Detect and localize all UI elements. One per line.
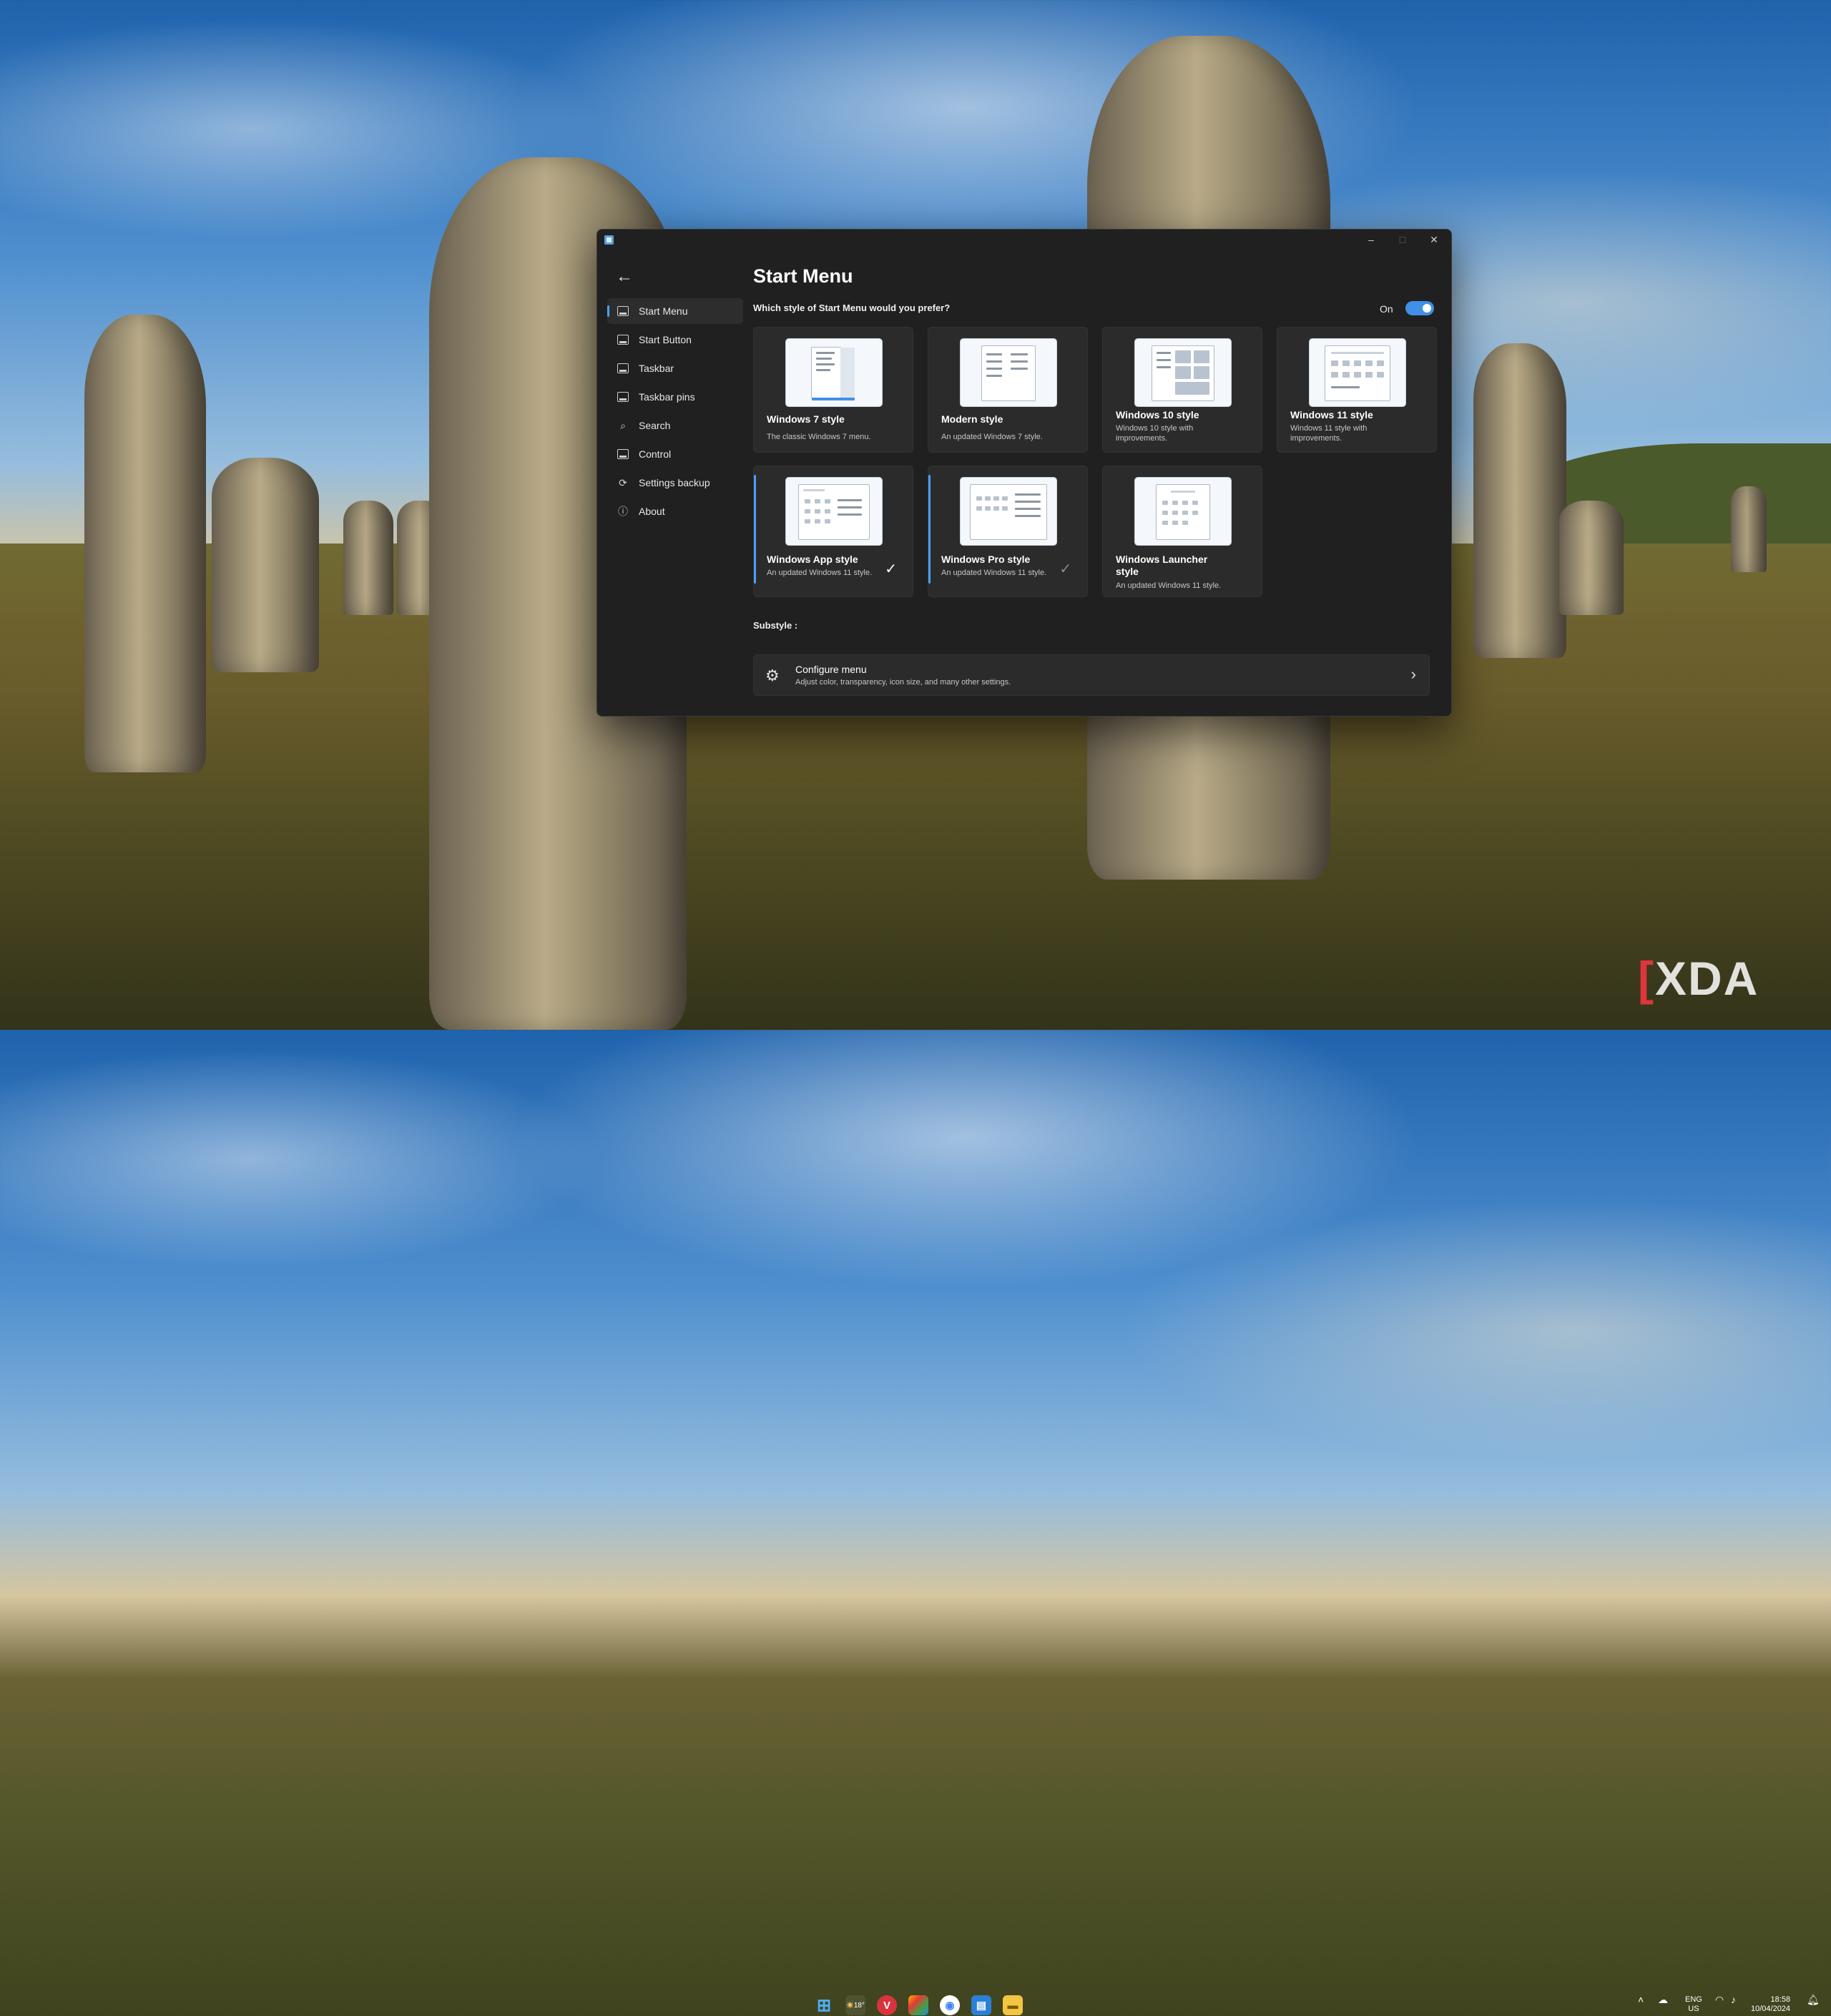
standing-stone: [1473, 343, 1566, 658]
maximize-button[interactable]: □: [1387, 230, 1418, 250]
app-cube-icon[interactable]: [908, 1995, 928, 2015]
windows-launcher-preview-image: [1135, 478, 1231, 545]
style-title: Windows App style: [767, 554, 858, 565]
style-card-windows-10[interactable]: Windows 10 style Windows 10 style with i…: [1102, 327, 1262, 453]
configure-menu-title: Configure menu: [795, 664, 867, 675]
style-title: Windows 10 style: [1116, 409, 1199, 421]
gear-icon: ⚙: [765, 667, 780, 684]
sidebar-item-start-button[interactable]: Start Button: [607, 327, 743, 353]
style-title: Modern style: [941, 413, 1003, 425]
style-description: Windows 10 style with improvements.: [1116, 424, 1194, 443]
notification-bell-icon[interactable]: 🔔︎: [1807, 1995, 1820, 2005]
enable-toggle[interactable]: [1405, 301, 1434, 315]
volume-icon[interactable]: ♪: [1731, 1995, 1736, 2005]
toggle-knob: [1423, 304, 1431, 313]
standing-stone: [84, 315, 206, 772]
sidebar-item-label: About: [639, 506, 665, 517]
standing-stone: [343, 501, 393, 615]
app-icon: [604, 235, 614, 245]
windows-11-preview-image: [1310, 339, 1405, 406]
sidebar-item-label: Start Menu: [639, 305, 688, 317]
style-description: The classic Windows 7 menu.: [767, 433, 871, 441]
windows-10-preview-image: [1135, 339, 1231, 406]
chevron-right-icon: ›: [1410, 665, 1416, 683]
windows-7-preview-image: [786, 339, 882, 406]
search-icon: ⌕: [620, 419, 626, 431]
sidebar-item-taskbar[interactable]: Taskbar: [607, 355, 743, 381]
sidebar-item-search[interactable]: ⌕ Search: [607, 413, 743, 438]
start-app-icon[interactable]: ▤: [971, 1995, 991, 2015]
checkmark-icon: ✓: [885, 561, 897, 577]
style-card-modern[interactable]: Modern style An updated Windows 7 style.: [928, 327, 1088, 453]
style-title: Windows 7 style: [767, 413, 845, 425]
configure-menu-description: Adjust color, transparency, icon size, a…: [795, 678, 1011, 687]
sidebar-item-about[interactable]: ⓘ About: [607, 498, 743, 524]
close-button[interactable]: ✕: [1418, 230, 1450, 250]
toggle-state-label: On: [1380, 303, 1393, 315]
sidebar-item-label: Search: [639, 420, 671, 431]
windows-app-preview-image: [786, 478, 882, 545]
chevron-up-icon[interactable]: ˄: [1638, 1995, 1644, 2005]
taskbar: ⊞ ☀ 18° V ◉ ▤ ▬ ˄ ☁ ENG US ◠ ♪ 18:58 10/0…: [0, 995, 1831, 2015]
sidebar-item-label: Taskbar: [639, 363, 674, 374]
style-card-windows-11[interactable]: Windows 11 style Windows 11 style with i…: [1277, 327, 1437, 453]
style-title: Windows Pro style: [941, 554, 1031, 565]
windows-start-icon[interactable]: ⊞: [814, 1995, 834, 2015]
style-description: An updated Windows 11 style.: [1116, 581, 1222, 590]
start-button-icon: [616, 333, 630, 347]
standing-stone: [1731, 486, 1767, 572]
sidebar-item-label: Start Button: [639, 334, 692, 345]
sidebar-nav: Start Menu Start Button Taskbar Taskbar …: [607, 298, 743, 527]
vivaldi-browser-icon[interactable]: V: [877, 1995, 897, 2015]
style-description: An updated Windows 11 style.: [941, 569, 1047, 577]
style-card-windows-app[interactable]: Windows App style An updated Windows 11 …: [753, 466, 913, 597]
standing-stone: [212, 458, 319, 672]
cloud-icon[interactable]: ☁: [1658, 1995, 1668, 2005]
style-title: Windows Launcher style: [1116, 554, 1208, 577]
language-indicator[interactable]: ENG US: [1685, 1995, 1702, 2014]
standing-stone: [1559, 501, 1624, 615]
sidebar-item-taskbar-pins[interactable]: Taskbar pins: [607, 384, 743, 410]
style-card-windows-pro[interactable]: Windows Pro style An updated Windows 11 …: [928, 466, 1088, 597]
sidebar-item-label: Taskbar pins: [639, 391, 695, 403]
sidebar-item-label: Settings backup: [639, 477, 710, 488]
style-description: An updated Windows 7 style.: [941, 433, 1043, 441]
back-arrow-icon[interactable]: ←: [614, 267, 634, 287]
weather-widget-icon[interactable]: ☀ 18°: [845, 1995, 865, 2015]
configure-menu-row[interactable]: ⚙ Configure menu Adjust color, transpare…: [753, 654, 1430, 696]
modern-style-preview-image: [961, 339, 1056, 406]
sync-icon: ⟳: [619, 476, 627, 488]
info-icon: ⓘ: [618, 506, 628, 517]
title-bar[interactable]: – □ ✕: [597, 230, 1451, 250]
style-title: Windows 11 style: [1290, 409, 1373, 421]
windows-pro-preview-image: [961, 478, 1056, 545]
substyle-label: Substyle :: [753, 620, 798, 631]
chrome-browser-icon[interactable]: ◉: [940, 1995, 960, 2015]
style-description: Windows 11 style with improvements.: [1290, 424, 1368, 443]
style-card-windows-launcher[interactable]: Windows Launcher style An updated Window…: [1102, 466, 1262, 597]
taskbar-icon: [616, 361, 630, 375]
checkmark-icon: ✓: [1059, 561, 1071, 577]
style-description: An updated Windows 11 style.: [767, 569, 873, 577]
sidebar-item-start-menu[interactable]: Start Menu: [607, 298, 743, 324]
page-title: Start Menu: [753, 265, 853, 287]
file-explorer-icon[interactable]: ▬: [1003, 1995, 1023, 2015]
style-question: Which style of Start Menu would you pref…: [753, 303, 951, 313]
control-icon: [616, 447, 630, 461]
start-menu-settings-window: – □ ✕ ← Start Menu Start Button Taskbar …: [597, 229, 1452, 717]
sidebar-item-label: Control: [639, 448, 672, 460]
clock[interactable]: 18:58 10/04/2024: [1751, 1995, 1790, 2014]
start-menu-icon: [616, 304, 630, 318]
minimize-button[interactable]: –: [1355, 230, 1387, 250]
sidebar-item-control[interactable]: Control: [607, 441, 743, 467]
style-card-windows-7[interactable]: Windows 7 style The classic Windows 7 me…: [753, 327, 913, 453]
sidebar-item-settings-backup[interactable]: ⟳ Settings backup: [607, 470, 743, 496]
taskbar-pins-icon: [616, 390, 630, 404]
wifi-icon[interactable]: ◠: [1715, 1995, 1724, 2005]
